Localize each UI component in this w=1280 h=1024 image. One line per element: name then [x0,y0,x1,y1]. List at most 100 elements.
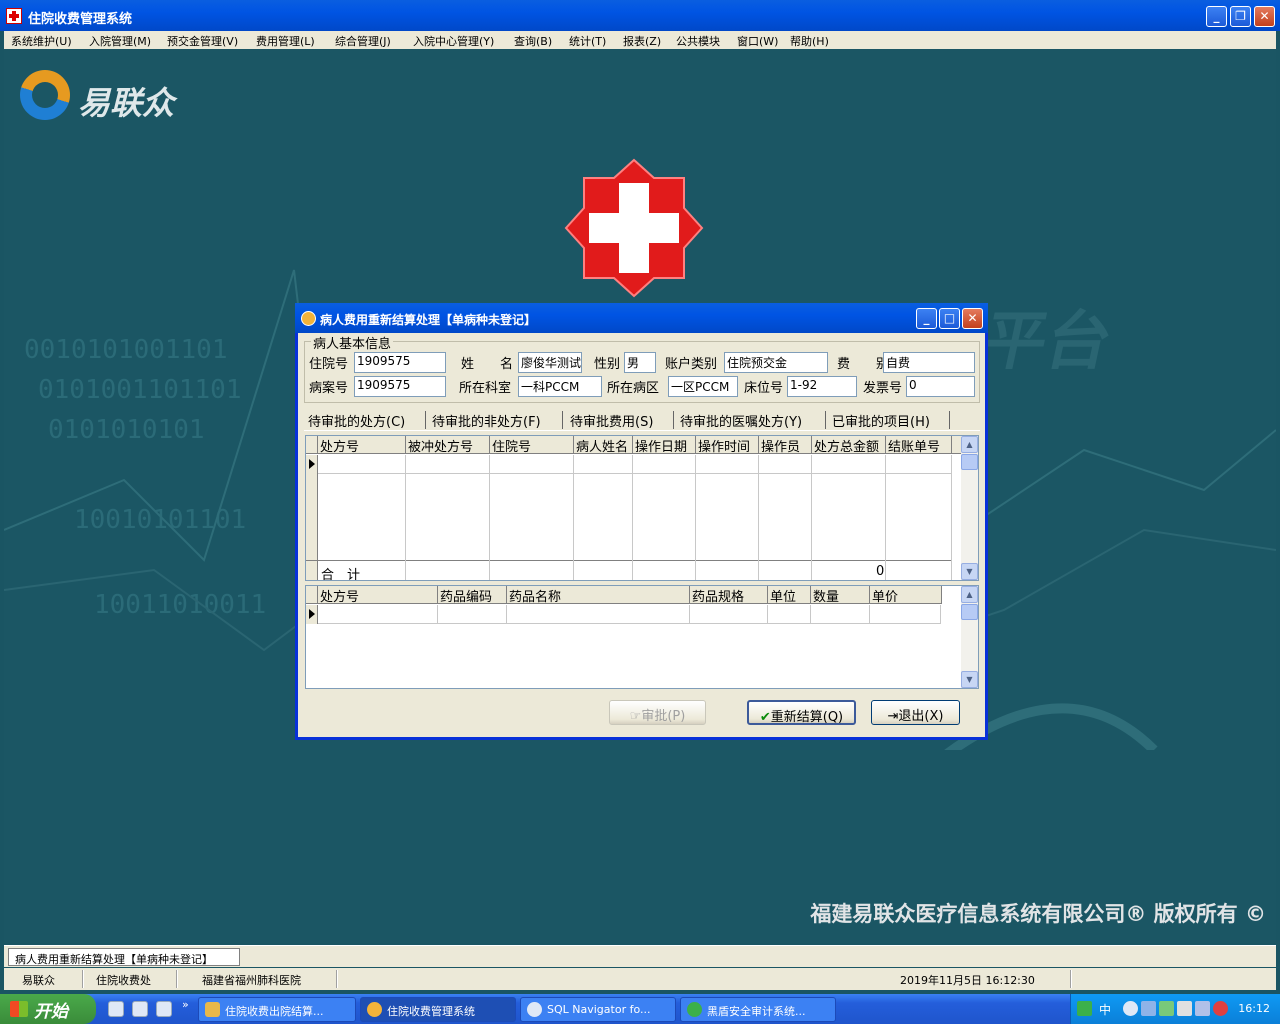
total-amount-value: 0 [876,564,885,579]
col-unit-price[interactable]: 单价 [870,586,942,604]
menu-help[interactable]: 帮助(H) [790,33,829,49]
scroll-up-button[interactable]: ▲ [961,436,978,453]
header-corner [306,436,318,454]
col-operation-date[interactable]: 操作日期 [633,436,696,454]
dialog-maximize-button[interactable]: □ [939,308,960,329]
ime-indicator[interactable]: 中 [1099,1001,1111,1018]
input-method-icon[interactable] [1077,1001,1092,1016]
header-corner [306,586,318,604]
col-inpatient-no[interactable]: 住院号 [490,436,574,454]
quicklaunch-ie-icon[interactable] [108,1001,124,1017]
account-type-field[interactable]: 住院预交金 [724,352,828,373]
dialog-close-button[interactable]: ✕ [962,308,983,329]
dialog-title-bar: 病人费用重新结算处理【单病种未登记】 _ □ ✕ [295,303,988,333]
ward-field[interactable]: 一区PCCM [668,376,738,397]
invoice-no-field[interactable]: 0 [906,376,975,397]
exit-button[interactable]: ⇥退出(X) [871,700,960,725]
menu-public-modules[interactable]: 公共模块 [676,33,720,49]
approve-button[interactable]: ☞审批(P) [609,700,706,725]
prescription-grid-header: 处方号 被冲处方号 住院号 病人姓名 操作日期 操作时间 操作员 处方总金额 结… [306,436,962,454]
col-reversed-prescription-no[interactable]: 被冲处方号 [406,436,490,454]
total-label: 合 计 [321,568,361,581]
taskbar-item-label: 住院收费管理系统 [387,1005,475,1018]
menu-admission[interactable]: 入院管理(M) [89,33,151,49]
col-drug-name[interactable]: 药品名称 [507,586,690,604]
status-hospital: 福建省福州肺科医院 [202,974,301,987]
taskbar-clock: 16:12 [1238,1002,1270,1015]
col-divider [767,605,768,624]
taskbar-item-discharge[interactable]: 住院收费出院结算... [198,997,356,1022]
restore-button[interactable]: ❐ [1230,6,1251,27]
tab-pending-prescriptions[interactable]: 待审批的处方(C) [308,411,405,430]
mdi-tab-resettle[interactable]: 病人费用重新结算处理【单病种未登记】 [8,948,240,966]
total-row-divider [306,560,952,561]
menu-general[interactable]: 综合管理(J) [335,33,391,49]
quicklaunch-desktop-icon[interactable] [156,1001,172,1017]
antivirus-icon[interactable] [1213,1001,1228,1016]
start-button[interactable]: 开始 [0,994,96,1024]
resettle-dialog: 病人费用重新结算处理【单病种未登记】 _ □ ✕ 病人基本信息 住院号 1909… [295,303,988,740]
col-drug-spec[interactable]: 药品规格 [690,586,768,604]
menu-query[interactable]: 查询(B) [514,33,552,49]
menu-fees[interactable]: 费用管理(L) [256,33,315,49]
start-label: 开始 [34,1002,68,1022]
inpatient-no-field[interactable]: 1909575 [354,352,446,373]
tab-separator [825,411,826,429]
col-unit[interactable]: 单位 [768,586,811,604]
case-no-field[interactable]: 1909575 [354,376,446,397]
scroll-thumb[interactable] [961,454,978,470]
prescription-grid[interactable]: 处方号 被冲处方号 住院号 病人姓名 操作日期 操作时间 操作员 处方总金额 结… [305,435,979,581]
menu-statistics[interactable]: 统计(T) [569,33,606,49]
taskbar-item-sql-navigator[interactable]: SQL Navigator fo... [520,997,676,1022]
resettle-button[interactable]: ✔重新结算(Q) [747,700,856,725]
col-drug-code[interactable]: 药品编码 [438,586,507,604]
menu-window[interactable]: 窗口(W) [737,33,778,49]
prescription-grid-scrollbar[interactable]: ▲ ▼ [961,436,978,580]
tab-pending-fees[interactable]: 待审批费用(S) [570,411,653,430]
scroll-thumb[interactable] [961,604,978,620]
tab-approved-items[interactable]: 已审批的项目(H) [832,411,930,430]
col-patient-name[interactable]: 病人姓名 [574,436,633,454]
tab-separator [562,411,563,429]
tab-pending-non-prescriptions[interactable]: 待审批的非处方(F) [432,411,541,430]
gender-field[interactable]: 男 [624,352,656,373]
col-prescription-no[interactable]: 处方号 [318,436,406,454]
quicklaunch-notepad-icon[interactable] [132,1001,148,1017]
scroll-down-button[interactable]: ▼ [961,671,978,688]
col-total-amount[interactable]: 处方总金额 [812,436,886,454]
tray-expand-icon[interactable] [1123,1001,1138,1016]
col-quantity[interactable]: 数量 [811,586,870,604]
minimize-button[interactable]: _ [1206,6,1227,27]
group-title: 病人基本信息 [311,333,394,352]
department-field[interactable]: 一科PCCM [518,376,602,397]
col-bill-no[interactable]: 结账单号 [886,436,952,454]
col-prescription-no[interactable]: 处方号 [318,586,438,604]
network-icon[interactable] [1141,1001,1156,1016]
scroll-down-button[interactable]: ▼ [961,563,978,580]
drug-detail-grid[interactable]: 处方号 药品编码 药品名称 药品规格 单位 数量 单价 ▲ ▼ [305,585,979,689]
close-button[interactable]: ✕ [1254,6,1275,27]
tray-app-icon[interactable] [1195,1001,1210,1016]
bed-no-field[interactable]: 1-92 [787,376,857,397]
taskbar-item-main-system[interactable]: 住院收费管理系统 [360,997,516,1022]
menu-admission-center[interactable]: 入院中心管理(Y) [413,33,494,49]
scroll-up-button[interactable]: ▲ [961,586,978,603]
dialog-minimize-button[interactable]: _ [916,308,937,329]
name-field[interactable]: 廖俊华测试 [518,352,582,373]
col-operator[interactable]: 操作员 [759,436,812,454]
tab-pending-order-prescriptions[interactable]: 待审批的医嘱处方(Y) [680,411,802,430]
menu-deposit[interactable]: 预交金管理(V) [167,33,238,49]
exit-button-label: 退出(X) [898,709,944,724]
app-icon [687,1002,702,1017]
quicklaunch-more-icon[interactable]: » [182,998,189,1011]
taskbar-item-audit-system[interactable]: 黑盾安全审计系统... [680,997,836,1022]
fee-type-field[interactable]: 自费 [883,352,975,373]
col-operation-time[interactable]: 操作时间 [696,436,759,454]
volume-icon[interactable] [1177,1001,1192,1016]
menu-bar: 系统维护(U) 入院管理(M) 预交金管理(V) 费用管理(L) 综合管理(J)… [4,31,1276,49]
menu-system[interactable]: 系统维护(U) [11,33,72,49]
drug-grid-scrollbar[interactable]: ▲ ▼ [961,586,978,688]
security-icon[interactable] [1159,1001,1174,1016]
menu-reports[interactable]: 报表(Z) [623,33,661,49]
app-icon [205,1002,220,1017]
